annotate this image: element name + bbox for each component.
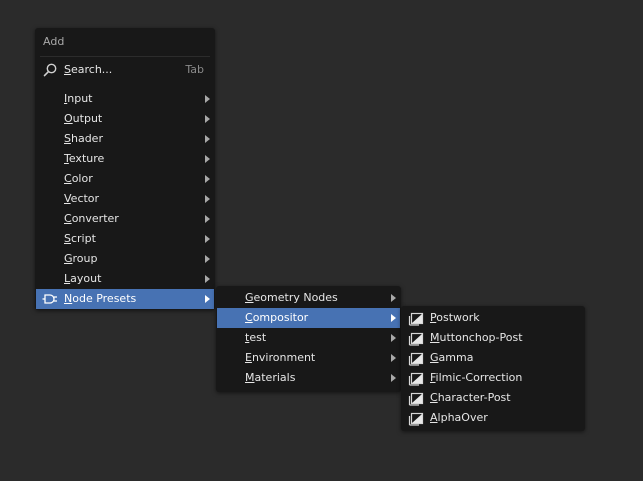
- submenu-arrow-icon: [391, 354, 396, 362]
- menu-item-label: Shader: [64, 132, 103, 145]
- menu-item-layout[interactable]: Layout: [36, 269, 214, 289]
- node-tree-icon: [408, 372, 424, 386]
- compositor-submenu: Postwork Muttonchop-Post Gamma Filmic-Co…: [401, 306, 585, 431]
- submenu-arrow-icon: [205, 235, 210, 243]
- submenu-arrow-icon: [205, 135, 210, 143]
- menu-item-label: Color: [64, 172, 93, 185]
- menu-item-label: Group: [64, 252, 98, 265]
- menu-item-label: Script: [64, 232, 96, 245]
- menu-item-label: Materials: [245, 371, 296, 384]
- submenu-arrow-icon: [391, 294, 396, 302]
- menu-item-label: Geometry Nodes: [245, 291, 338, 304]
- menu-item-alphaover[interactable]: AlphaOver: [402, 408, 584, 428]
- menu-item-texture[interactable]: Texture: [36, 149, 214, 169]
- node-tree-icon: [408, 352, 424, 366]
- search-label: Search...: [64, 63, 113, 76]
- menu-item-color[interactable]: Color: [36, 169, 214, 189]
- menu-item-label: Output: [64, 112, 103, 125]
- node-tree-icon: [408, 312, 424, 326]
- menu-item-node-presets[interactable]: Node Presets: [36, 289, 214, 309]
- menu-item-label: Compositor: [245, 311, 309, 324]
- add-menu-title: Add: [43, 35, 65, 48]
- menu-item-label: Layout: [64, 272, 102, 285]
- menu-item-label: Texture: [64, 152, 105, 165]
- menu-item-output[interactable]: Output: [36, 109, 214, 129]
- menu-item-label: Vector: [64, 192, 100, 205]
- menu-item-label: Input: [64, 92, 93, 105]
- submenu-arrow-icon: [205, 195, 210, 203]
- menu-item-input[interactable]: Input: [36, 89, 214, 109]
- add-menu: Add Search... Tab Input Output Shader Te…: [35, 28, 215, 310]
- submenu-arrow-icon: [391, 334, 396, 342]
- search-menu-item[interactable]: Search... Tab: [36, 60, 214, 80]
- submenu-arrow-icon: [391, 314, 396, 322]
- submenu-arrow-icon: [391, 374, 396, 382]
- menu-item-label: Converter: [64, 212, 119, 225]
- submenu-arrow-icon: [205, 155, 210, 163]
- node-tree-icon: [408, 412, 424, 426]
- menu-item-label: Postwork: [430, 311, 480, 324]
- menu-separator: [40, 56, 210, 57]
- menu-item-vector[interactable]: Vector: [36, 189, 214, 209]
- menu-item-label: Node Presets: [64, 292, 137, 305]
- menu-item-gamma[interactable]: Gamma: [402, 348, 584, 368]
- menu-item-converter[interactable]: Converter: [36, 209, 214, 229]
- node-tree-icon: [408, 392, 424, 406]
- menu-item-postwork[interactable]: Postwork: [402, 308, 584, 328]
- menu-item-label: Environment: [245, 351, 316, 364]
- submenu-arrow-icon: [205, 95, 210, 103]
- submenu-arrow-icon: [205, 175, 210, 183]
- menu-item-muttonchop-post[interactable]: Muttonchop-Post: [402, 328, 584, 348]
- submenu-arrow-icon: [205, 255, 210, 263]
- menu-item-character-post[interactable]: Character-Post: [402, 388, 584, 408]
- menu-item-filmic-correction[interactable]: Filmic-Correction: [402, 368, 584, 388]
- search-icon: [43, 63, 57, 77]
- menu-item-script[interactable]: Script: [36, 229, 214, 249]
- menu-item-shader[interactable]: Shader: [36, 129, 214, 149]
- plugin-icon: [42, 294, 57, 304]
- submenu-arrow-icon: [205, 295, 210, 303]
- submenu-arrow-icon: [205, 275, 210, 283]
- menu-item-compositor[interactable]: Compositor: [217, 308, 400, 328]
- menu-item-materials[interactable]: Materials: [217, 368, 400, 388]
- menu-item-group[interactable]: Group: [36, 249, 214, 269]
- menu-item-label: AlphaOver: [430, 411, 488, 424]
- menu-item-label: Gamma: [430, 351, 474, 364]
- menu-item-test[interactable]: test: [217, 328, 400, 348]
- menu-item-label: Character-Post: [430, 391, 511, 404]
- menu-item-label: test: [245, 331, 267, 344]
- menu-item-label: Muttonchop-Post: [430, 331, 523, 344]
- node-presets-submenu: Geometry Nodes Compositor test Environme…: [216, 286, 401, 392]
- node-tree-icon: [408, 332, 424, 346]
- search-shortcut: Tab: [185, 63, 204, 76]
- menu-item-environment[interactable]: Environment: [217, 348, 400, 368]
- menu-item-label: Filmic-Correction: [430, 371, 523, 384]
- submenu-arrow-icon: [205, 215, 210, 223]
- submenu-arrow-icon: [205, 115, 210, 123]
- menu-item-geometry-nodes[interactable]: Geometry Nodes: [217, 288, 400, 308]
